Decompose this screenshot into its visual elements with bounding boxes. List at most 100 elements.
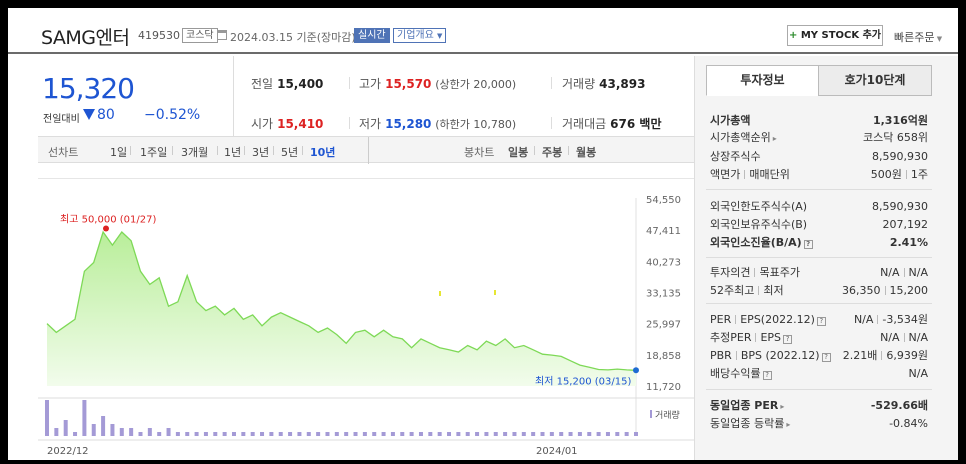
quote-date: 2024.03.15 기준(장마감) <box>230 29 356 45</box>
y-tick-label: 40,273 <box>646 257 681 268</box>
volume-bar <box>129 428 134 436</box>
volume-legend-swatch <box>650 410 652 418</box>
shares-label: 상장주식수 <box>710 150 761 163</box>
tab-order-book[interactable]: 호가10단계 <box>818 65 932 96</box>
volume-bar <box>428 432 433 436</box>
target-value: N/A <box>908 266 928 279</box>
high-annotation: 최고 50,000 (01/27) <box>60 213 156 225</box>
candle-monthly[interactable]: 월봉 <box>576 144 596 160</box>
quick-order-menu[interactable]: 빠른주문 ▼ <box>894 29 942 45</box>
chart-period-bar: 선차트 1일 1주일 3개월 1년 3년 5년 10년 봉차트 일봉 주봉 월봉 <box>38 136 694 164</box>
volume-bar <box>381 432 386 436</box>
bps-value: 6,939원 <box>886 349 928 362</box>
volume-bar <box>54 428 59 436</box>
corp-info-dropdown[interactable]: 기업개요 ▼ <box>393 28 447 43</box>
volume-bar <box>241 432 246 436</box>
w52-low: 15,200 <box>889 284 929 297</box>
volume-bar <box>231 432 236 436</box>
add-my-stock-button[interactable]: + MY STOCK 추가 <box>787 25 883 46</box>
low-point-dot <box>633 367 639 374</box>
low-annotation: 최저 15,200 (03/15) <box>535 375 631 387</box>
volume-bar <box>634 432 638 436</box>
volume: 거래량 43,893 <box>562 77 646 91</box>
period-3m[interactable]: 3개월 <box>181 144 208 160</box>
help-icon[interactable]: ? <box>816 317 826 326</box>
foreign-ratio: 2.41% <box>889 236 928 249</box>
foreign-ratio-label: 외국인소진율(B/A)? <box>710 235 813 251</box>
volume-bar <box>157 432 162 436</box>
y-tick-label: 18,858 <box>646 351 681 362</box>
tab-invest-info[interactable]: 투자정보 <box>706 65 819 96</box>
help-icon[interactable]: ? <box>821 353 831 362</box>
chevron-right-icon: ▸ <box>786 420 791 429</box>
volume-bar <box>344 432 349 436</box>
invest-info-panel: 투자정보 호가10단계 시가총액 1,316억원 시가총액순위 ▸ 코스닥 658위 … <box>694 56 958 460</box>
period-5y[interactable]: 5년 <box>281 144 298 160</box>
stock-code: 419530 <box>138 29 180 42</box>
date-suffix: 기준(장마감) <box>296 31 356 44</box>
current-price-box: 15,320 전일대비 80 −0.52% <box>31 56 234 136</box>
help-icon[interactable]: ? <box>783 335 793 344</box>
chevron-down-icon: ▼ <box>437 32 443 40</box>
volume-bar <box>175 432 180 436</box>
volume-legend: 거래량 <box>655 409 680 421</box>
period-1d[interactable]: 1일 <box>110 144 127 160</box>
high-point-dot <box>103 225 109 232</box>
w52-high: 36,350 <box>842 284 881 297</box>
volume-bar <box>540 432 545 436</box>
chevron-right-icon: ▸ <box>780 402 785 411</box>
period-3y[interactable]: 3년 <box>252 144 269 160</box>
price-chart[interactable]: 54,550 47,411 40,273 33,135 25,997 18,858 11,7… <box>38 178 694 460</box>
volume-bar <box>465 432 470 436</box>
volume-bar <box>568 432 573 436</box>
period-10y[interactable]: 10년 <box>310 144 335 160</box>
volume-bar <box>269 432 274 436</box>
volume-bar <box>203 432 208 436</box>
realtime-button[interactable]: 실시간 <box>354 28 390 43</box>
event-marker <box>439 291 441 296</box>
x-label: 2022/12 <box>47 446 89 457</box>
volume-bar <box>325 432 330 436</box>
open-price: 시가 15,410 <box>251 117 324 131</box>
x-label: 2024/01 <box>536 446 578 457</box>
div-value: N/A <box>908 367 928 380</box>
industry-per-link[interactable]: 동일업종 PER ▸ <box>710 398 784 415</box>
mcap-rank-link[interactable]: 시가총액순위 ▸ <box>710 130 777 147</box>
volume-bar <box>503 432 508 436</box>
mcap-rank: 코스닥 658위 <box>863 131 928 144</box>
volume-bar <box>456 432 461 436</box>
y-tick-label: 33,135 <box>646 289 681 300</box>
volume-bar <box>577 432 582 436</box>
change-label: 전일대비 <box>43 114 80 125</box>
industry-per: -529.66배 <box>870 399 928 412</box>
volume-bar <box>63 420 68 436</box>
volume-bar <box>166 428 171 436</box>
volume-bar <box>531 432 536 436</box>
volume-bar <box>147 428 152 436</box>
volume-bar <box>587 432 592 436</box>
help-icon[interactable]: ? <box>762 371 772 380</box>
volume-bar <box>418 432 423 436</box>
volume-bar <box>101 416 106 436</box>
candle-daily[interactable]: 일봉 <box>508 144 528 160</box>
period-1y[interactable]: 1년 <box>224 144 241 160</box>
help-icon[interactable]: ? <box>803 240 813 249</box>
market-badge: 코스닥 <box>182 28 218 43</box>
volume-bar <box>119 428 124 436</box>
period-1w[interactable]: 1주일 <box>140 144 167 160</box>
panel-tabs: 투자정보 호가10단계 <box>706 65 932 96</box>
industry-rate: -0.84% <box>889 417 928 430</box>
volume-bar <box>596 432 601 436</box>
stock-name: SAMG엔터 <box>41 27 130 49</box>
volume-bar <box>250 432 255 436</box>
volume-bar <box>45 400 49 436</box>
price-change: 80 <box>83 107 115 123</box>
y-tick-label: 54,550 <box>646 195 681 206</box>
volume-bar <box>91 424 96 436</box>
candle-weekly[interactable]: 주봉 <box>542 144 562 160</box>
down-triangle-icon <box>83 109 95 120</box>
est-per-value: N/A <box>880 331 900 344</box>
volume-bar <box>559 432 564 436</box>
low-price: 저가 15,280 (하한가 10,780) <box>359 117 517 131</box>
industry-rate-link[interactable]: 동일업종 등락률 ▸ <box>710 416 790 433</box>
